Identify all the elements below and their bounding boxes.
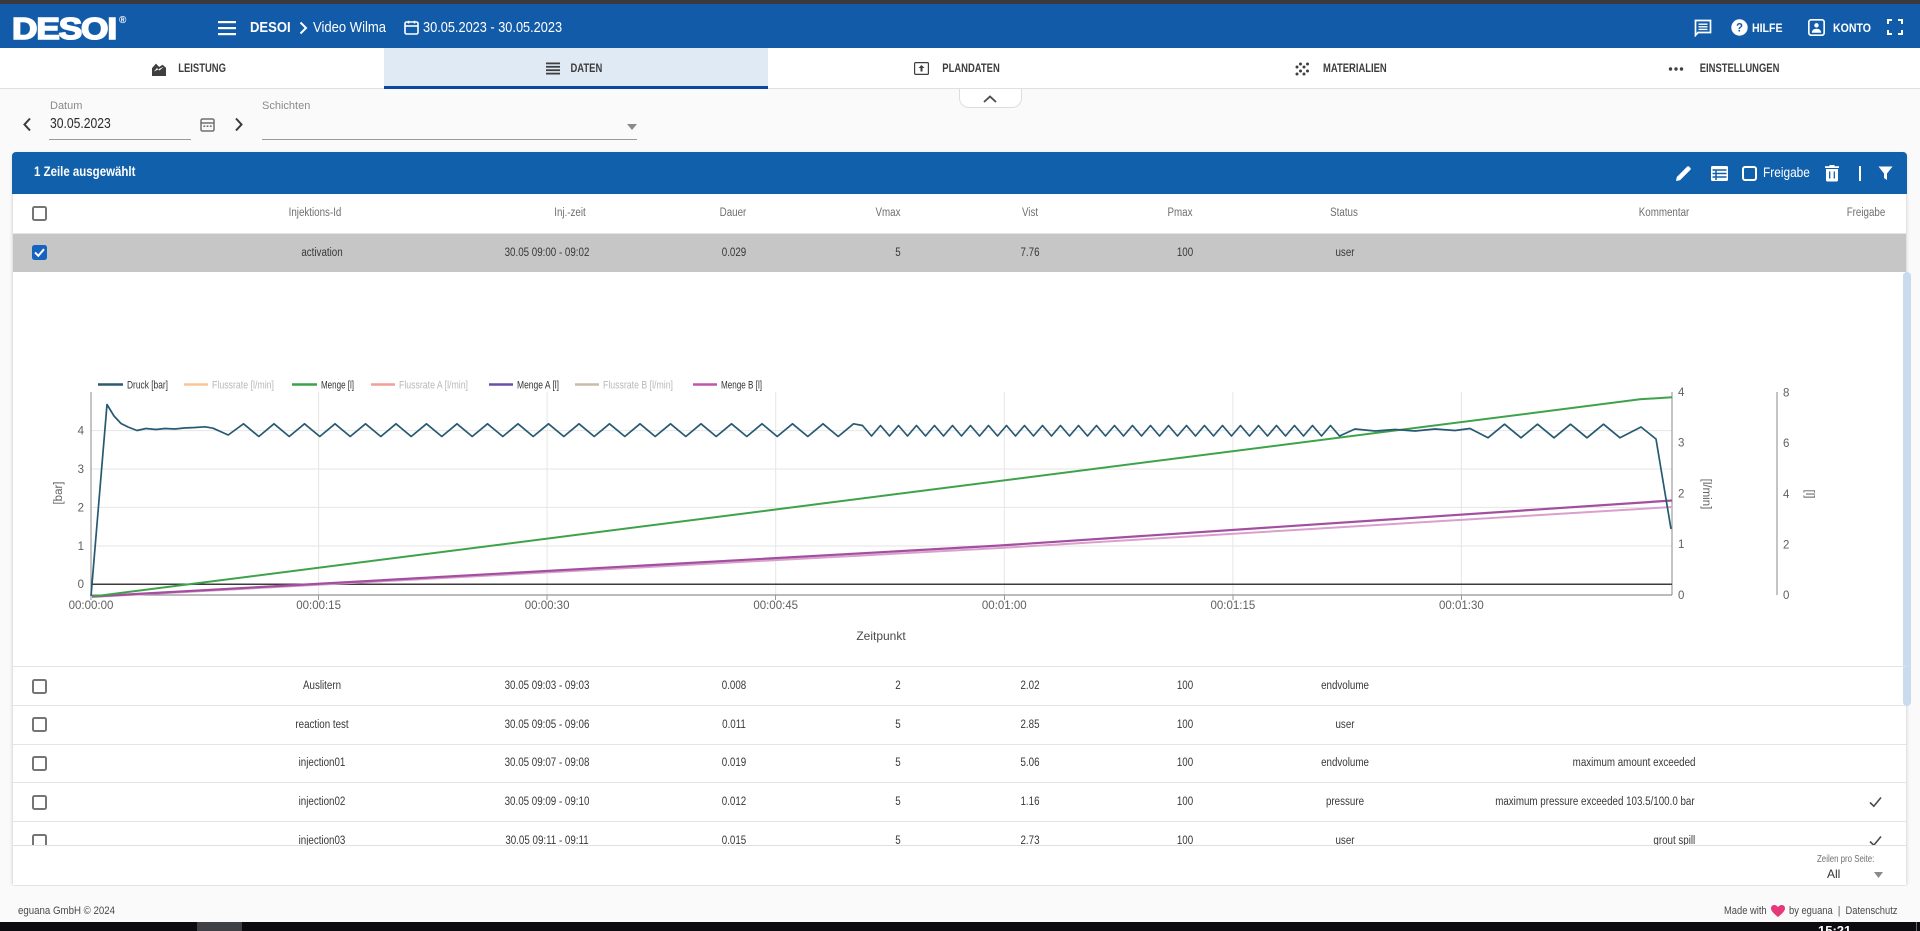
svg-text:DESOI: DESOI (13, 12, 116, 43)
svg-text:?: ? (1736, 23, 1743, 35)
svg-text:2: 2 (1783, 539, 1789, 551)
svg-text:Menge B [l]: Menge B [l] (721, 380, 762, 392)
svg-text:8: 8 (1783, 388, 1789, 400)
svg-text:Flussrate A [l/min]: Flussrate A [l/min] (399, 380, 468, 392)
svg-text:0: 0 (1678, 590, 1684, 602)
svg-text:00:01:00: 00:01:00 (982, 600, 1027, 612)
svg-text:4: 4 (1783, 489, 1790, 501)
svg-text:00:00:45: 00:00:45 (753, 600, 798, 612)
svg-text:3: 3 (1678, 438, 1684, 450)
svg-text:Druck [bar]: Druck [bar] (127, 380, 168, 392)
svg-text:Flussrate [l/min]: Flussrate [l/min] (212, 380, 274, 392)
svg-text:3: 3 (78, 464, 84, 476)
svg-text:6: 6 (1783, 438, 1789, 450)
svg-text:Zeitpunkt: Zeitpunkt (856, 629, 906, 643)
svg-text:Flussrate B [l/min]: Flussrate B [l/min] (603, 380, 673, 392)
svg-text:00:00:15: 00:00:15 (296, 600, 341, 612)
svg-text:0: 0 (1783, 590, 1789, 602)
svg-text:00:01:30: 00:01:30 (1439, 600, 1484, 612)
svg-text:0: 0 (78, 579, 84, 591)
svg-text:2: 2 (78, 502, 84, 514)
svg-text:00:00:30: 00:00:30 (525, 600, 570, 612)
svg-text:4: 4 (78, 426, 85, 438)
svg-text:®: ® (119, 15, 127, 26)
svg-text:Menge [l]: Menge [l] (321, 380, 354, 392)
svg-text:00:00:00: 00:00:00 (69, 600, 114, 612)
svg-text:1: 1 (78, 541, 84, 553)
svg-text:00:01:15: 00:01:15 (1211, 600, 1256, 612)
svg-text:2: 2 (1678, 488, 1684, 500)
svg-text:[l/min]: [l/min] (1700, 479, 1712, 510)
svg-text:[bar]: [bar] (53, 481, 65, 504)
svg-text:Menge A [l]: Menge A [l] (517, 380, 559, 392)
svg-text:4: 4 (1678, 387, 1685, 399)
svg-text:[l]: [l] (1803, 490, 1815, 499)
svg-text:1: 1 (1678, 539, 1684, 551)
